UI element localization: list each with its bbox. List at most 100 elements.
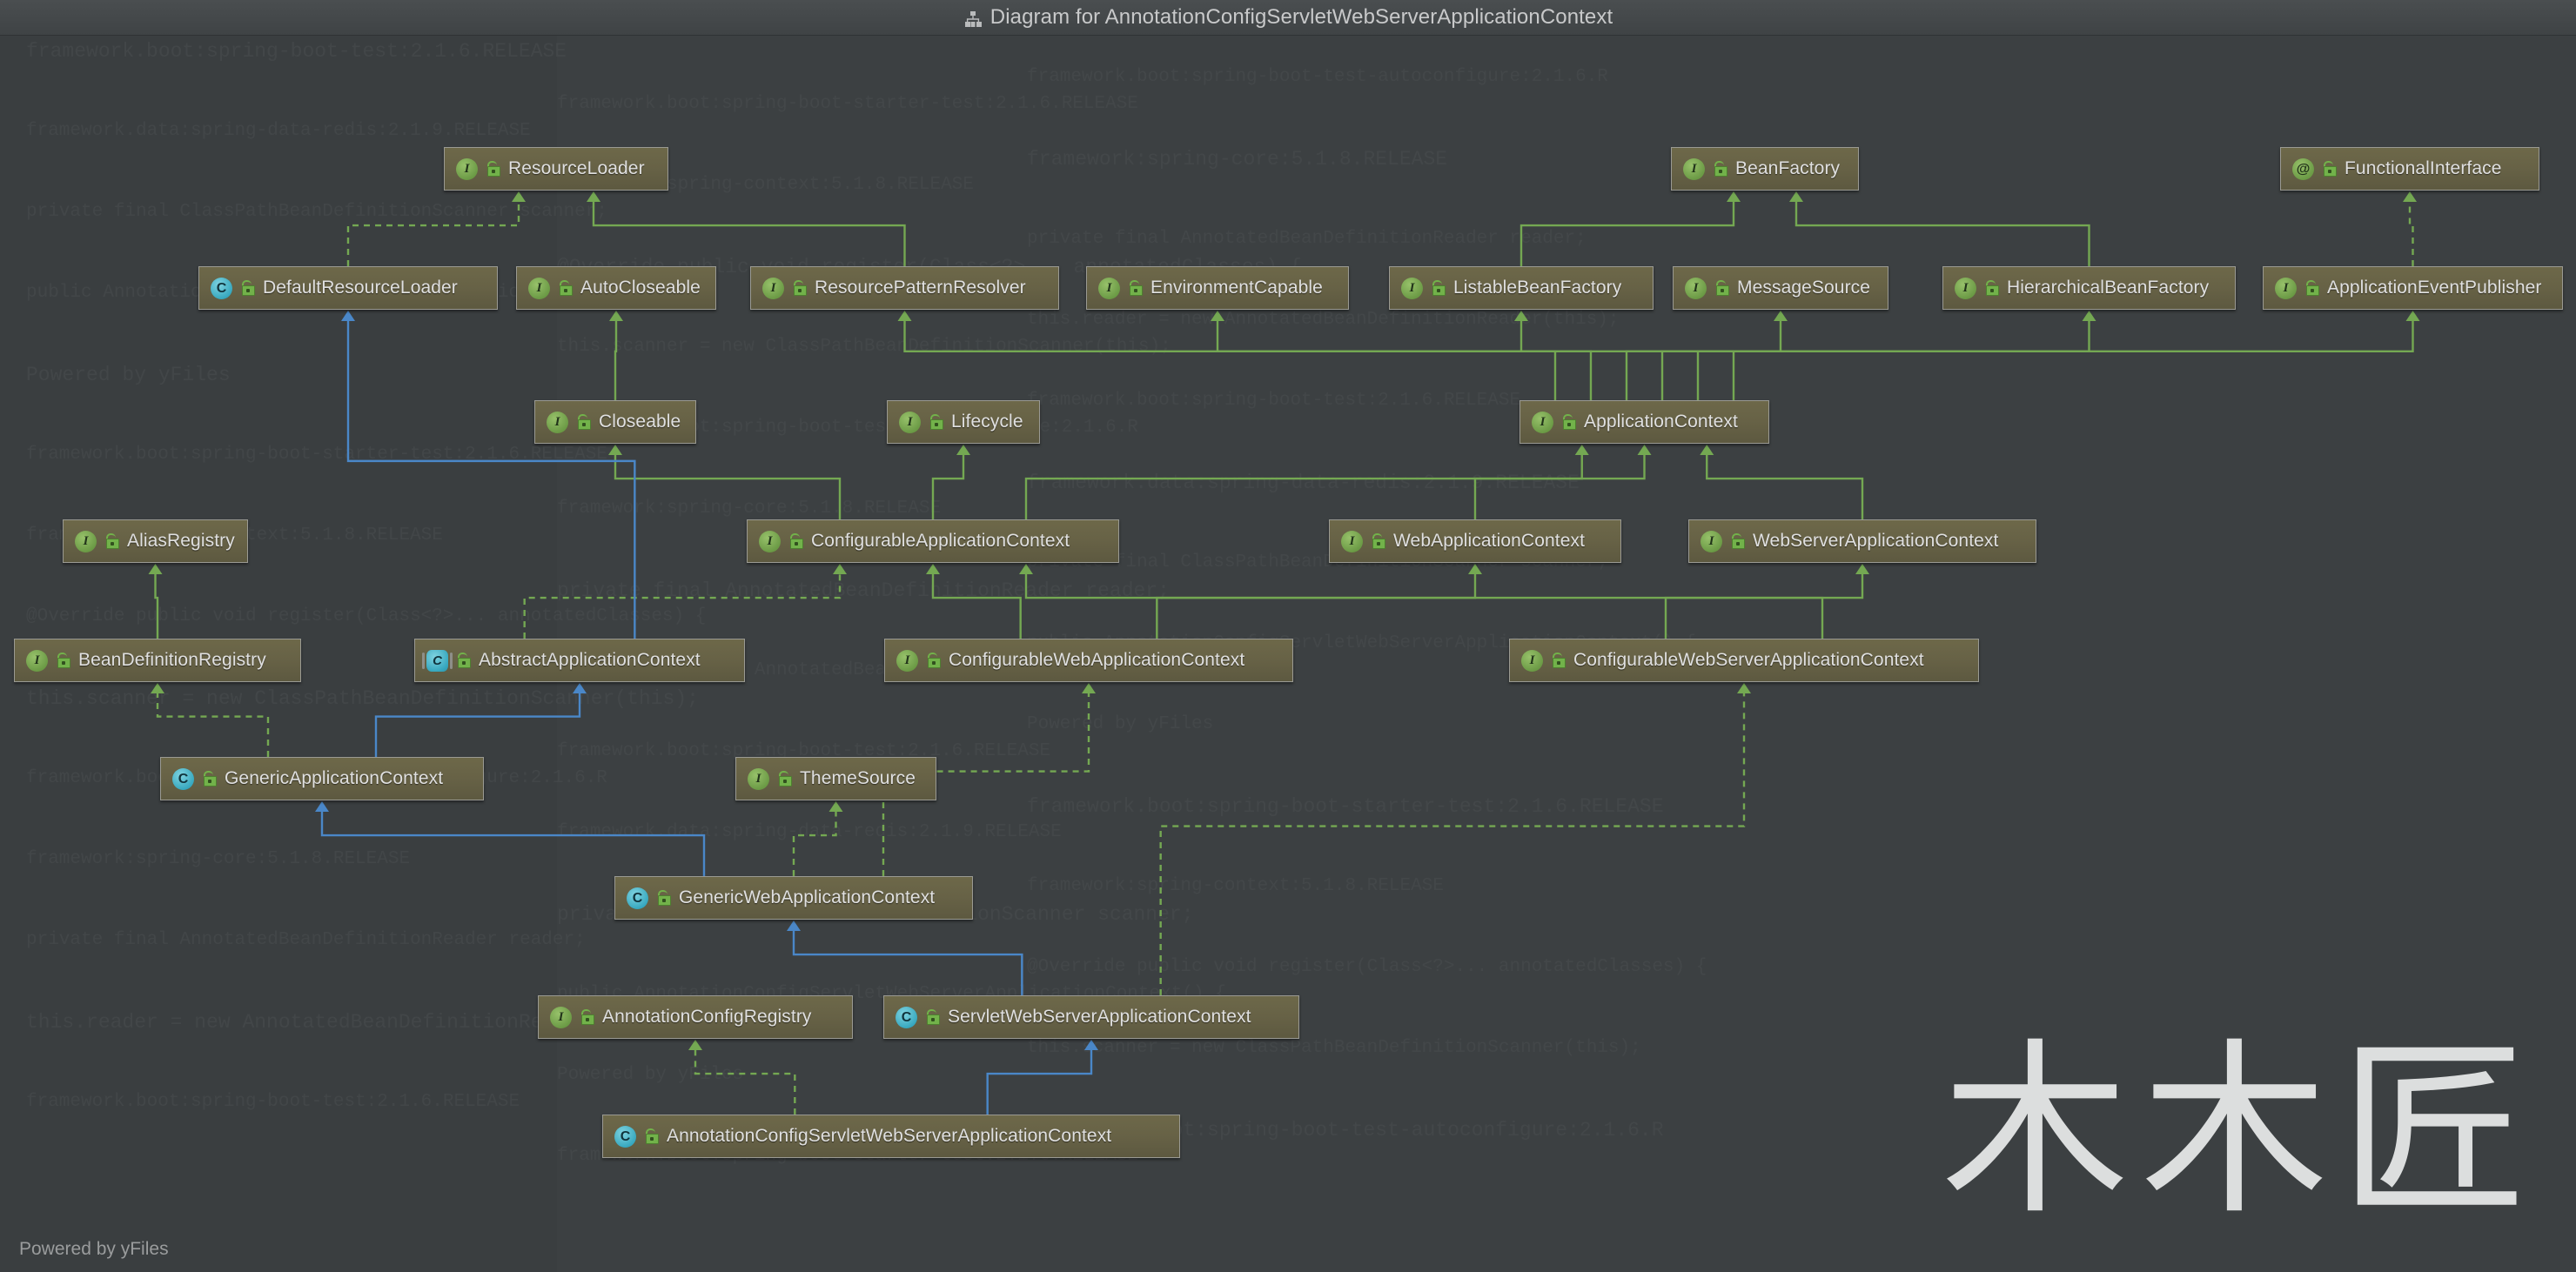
uml-edge-extends_interface[interactable] (903, 321, 1735, 400)
uml-edge-extends_class[interactable] (346, 321, 636, 639)
uml-edge-arrowhead (512, 191, 526, 202)
uml-node-label: BeanDefinitionRegistry (78, 650, 266, 670)
public-padlock-icon (202, 771, 217, 787)
uml-edge-extends_interface[interactable] (1706, 455, 1864, 519)
uml-edge-extends_interface[interactable] (1660, 321, 2090, 400)
uml-node-ApplicationEventPublisher[interactable]: I ApplicationEventPublisher (2263, 266, 2563, 310)
uml-edge-extends_class[interactable] (792, 931, 1023, 995)
uml-node-Closeable[interactable]: I Closeable (534, 400, 696, 444)
uml-node-AbstractApplicationContext[interactable]: C AbstractApplicationContext (414, 639, 745, 682)
uml-edge-implements[interactable] (792, 812, 837, 876)
uml-edge-extends_interface[interactable] (1664, 574, 1864, 639)
class-glyph-icon: C (614, 1125, 636, 1148)
uml-edge-extends_interface[interactable] (1519, 202, 1735, 266)
public-padlock-icon (1431, 280, 1446, 296)
uml-edge-implements[interactable] (1159, 693, 1746, 995)
uml-edge-arrowhead (1574, 445, 1589, 455)
uml-edge-arrowhead (897, 311, 912, 321)
public-padlock-icon (1561, 414, 1576, 430)
uml-node-WebApplicationContext[interactable]: I WebApplicationContext (1329, 519, 1621, 563)
uml-edge-arrowhead (1774, 311, 1788, 321)
uml-node-AutoCloseable[interactable]: I AutoCloseable (516, 266, 716, 310)
uml-edge-extends_class[interactable] (374, 693, 581, 757)
uml-edge-implements[interactable] (346, 202, 520, 266)
uml-node-EnvironmentCapable[interactable]: I EnvironmentCapable (1086, 266, 1349, 310)
uml-node-label: GenericWebApplicationContext (679, 887, 936, 907)
uml-edge-arrowhead (1019, 564, 1033, 574)
uml-node-ResourcePatternResolver[interactable]: I ResourcePatternResolver (750, 266, 1059, 310)
uml-node-ListableBeanFactory[interactable]: I ListableBeanFactory (1389, 266, 1654, 310)
uml-edge-arrowhead (2403, 191, 2417, 202)
uml-node-label: EnvironmentCapable (1150, 278, 1323, 298)
uml-edge-arrowhead (833, 564, 847, 574)
uml-node-AnnotationConfigServletWebServerApplicationContext[interactable]: C AnnotationConfigServletWebServerApplica… (602, 1115, 1180, 1158)
uml-node-WebServerApplicationContext[interactable]: I WebServerApplicationContext (1688, 519, 2036, 563)
public-padlock-icon (1128, 280, 1143, 296)
uml-node-ThemeSource[interactable]: I ThemeSource (735, 757, 936, 800)
uml-node-BeanDefinitionRegistry[interactable]: I BeanDefinitionRegistry (14, 639, 301, 682)
uml-edge-arrowhead (608, 445, 622, 455)
uml-node-GenericApplicationContext[interactable]: C GenericApplicationContext (160, 757, 484, 800)
uml-edge-implements[interactable] (694, 1050, 796, 1115)
public-padlock-icon (656, 890, 671, 906)
uml-edge-extends_interface[interactable] (1625, 321, 1782, 400)
uml-node-HierarchicalBeanFactory[interactable]: I HierarchicalBeanFactory (1942, 266, 2236, 310)
public-padlock-icon (2304, 280, 2319, 296)
uml-node-ServletWebServerApplicationContext[interactable]: C ServletWebServerApplicationContext (883, 995, 1299, 1039)
uml-edge-implements[interactable] (156, 693, 270, 757)
uml-node-AnnotationConfigRegistry[interactable]: I AnnotationConfigRegistry (538, 995, 853, 1039)
uml-node-Lifecycle[interactable]: I Lifecycle (887, 400, 1040, 444)
diagram-title: Diagram for AnnotationConfigServletWebSe… (989, 5, 1613, 29)
uml-edge-extends_interface[interactable] (1024, 455, 1583, 519)
public-padlock-icon (558, 280, 573, 296)
public-padlock-icon (1730, 533, 1745, 549)
uml-node-label: GenericApplicationContext (225, 768, 444, 788)
uml-edge-extends_interface[interactable] (154, 574, 159, 639)
uml-edge-implements[interactable] (523, 574, 842, 639)
uml-node-ConfigurableApplicationContext[interactable]: I ConfigurableApplicationContext (747, 519, 1119, 563)
uml-edge-extends_class[interactable] (986, 1050, 1093, 1115)
uml-node-FunctionalInterface[interactable]: @ FunctionalInterface (2280, 147, 2539, 191)
uml-node-ConfigurableWebServerApplicationContext[interactable]: I ConfigurableWebServerApplicationContext (1509, 639, 1979, 682)
interface-glyph-icon: I (759, 530, 781, 552)
uml-node-BeanFactory[interactable]: I BeanFactory (1671, 147, 1859, 191)
uml-edge-arrowhead (1727, 191, 1741, 202)
uml-edge-arrowhead (1789, 191, 1803, 202)
uml-edge-arrowhead (1637, 445, 1652, 455)
uml-node-ConfigurableWebApplicationContext[interactable]: I ConfigurableWebApplicationContext (884, 639, 1293, 682)
uml-edge-extends_interface[interactable] (592, 202, 906, 266)
diagram-canvas[interactable]: I ResourceLoader I BeanFactory @ FunctionalIn… (0, 35, 2576, 1272)
uml-node-label: ListableBeanFactory (1453, 278, 1622, 298)
uml-edge-extends_interface[interactable] (931, 455, 965, 519)
interface-glyph-icon: I (1685, 277, 1707, 299)
uml-edge-extends_interface[interactable] (1024, 574, 1824, 639)
uml-node-DefaultResourceLoader[interactable]: C DefaultResourceLoader (198, 266, 498, 310)
uml-edge-extends_interface[interactable] (1216, 321, 1557, 400)
uml-node-ApplicationContext[interactable]: I ApplicationContext (1519, 400, 1769, 444)
uml-edge-arrowhead (148, 564, 163, 574)
uml-node-MessageSource[interactable]: I MessageSource (1673, 266, 1888, 310)
public-padlock-icon (788, 533, 803, 549)
uml-node-label: DefaultResourceLoader (263, 278, 458, 298)
interface-glyph-icon: I (1955, 277, 1976, 299)
uml-node-GenericWebApplicationContext[interactable]: C GenericWebApplicationContext (614, 876, 973, 920)
uml-edge-extends_interface[interactable] (1794, 202, 2090, 266)
uml-edge-implements[interactable] (2408, 202, 2414, 266)
uml-node-label: HierarchicalBeanFactory (2007, 278, 2210, 298)
uml-edge-extends_interface[interactable] (1473, 455, 1646, 519)
uml-edge-extends_interface[interactable] (931, 574, 1022, 639)
uml-edge-arrowhead (2082, 311, 2096, 321)
uml-edge-extends_interface[interactable] (1156, 574, 1477, 639)
public-padlock-icon (456, 653, 471, 668)
uml-node-label: AutoCloseable (580, 278, 701, 298)
public-padlock-icon (1551, 653, 1566, 668)
uml-edge-extends_interface[interactable] (614, 321, 618, 400)
uml-edge-extends_interface[interactable] (1696, 321, 2414, 400)
uml-edge-extends_interface[interactable] (614, 455, 842, 519)
uml-edge-extends_class[interactable] (320, 812, 706, 876)
uml-node-ResourceLoader[interactable]: I ResourceLoader (444, 147, 668, 191)
uml-edge-arrowhead (341, 311, 355, 321)
uml-node-AliasRegistry[interactable]: I AliasRegistry (63, 519, 248, 563)
hierarchy-icon (963, 10, 983, 29)
public-padlock-icon (2322, 161, 2337, 177)
